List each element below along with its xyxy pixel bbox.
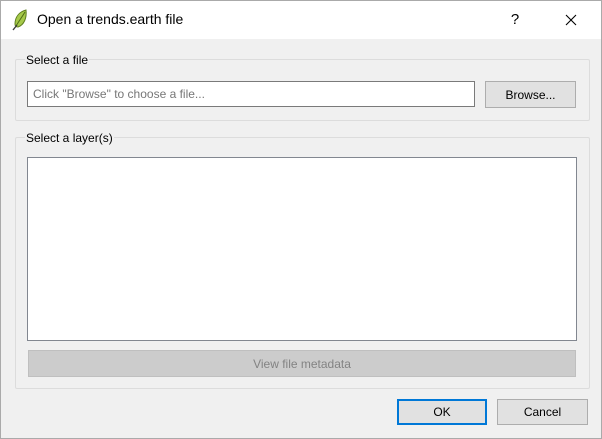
window-title: Open a trends.earth file xyxy=(37,11,184,27)
cancel-button[interactable]: Cancel xyxy=(497,399,588,425)
view-file-metadata-button[interactable]: View file metadata xyxy=(28,350,576,377)
file-path-input[interactable] xyxy=(27,81,475,107)
title-bar[interactable]: Open a trends.earth file ? xyxy=(1,1,601,39)
browse-button[interactable]: Browse... xyxy=(485,81,576,108)
dialog-window: Open a trends.earth file ? Select a file… xyxy=(0,0,602,439)
trends-earth-leaf-icon xyxy=(11,9,29,31)
help-button[interactable]: ? xyxy=(501,5,529,35)
layer-list[interactable] xyxy=(27,157,577,341)
close-button[interactable] xyxy=(554,5,588,35)
ok-button[interactable]: OK xyxy=(397,399,487,425)
close-icon xyxy=(565,14,577,26)
select-layer-group-title: Select a layer(s) xyxy=(25,131,114,145)
select-file-group-title: Select a file xyxy=(25,53,90,67)
